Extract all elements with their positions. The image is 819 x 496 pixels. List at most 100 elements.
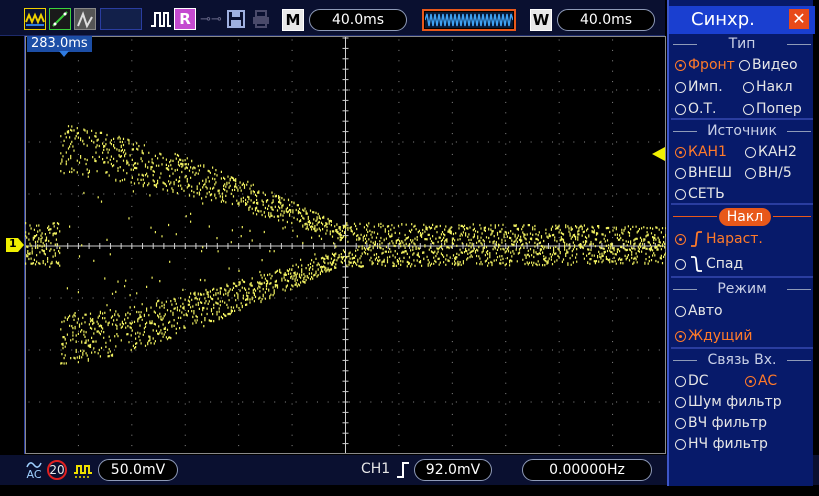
ch1-trace-points	[25, 125, 666, 365]
run-status-badge[interactable]: R	[174, 8, 196, 30]
option-label: Накл	[756, 79, 793, 95]
option-label: НЧ фильтр	[688, 436, 768, 452]
printer-icon[interactable]	[250, 8, 272, 30]
type-option[interactable]: Накл	[743, 78, 793, 96]
source-option[interactable]: СЕТЬ	[675, 185, 725, 203]
bw-limit-label: 20	[47, 460, 67, 480]
radio-button-icon	[675, 305, 686, 317]
radio-button-icon	[675, 81, 686, 93]
mode-option[interactable]: Ждущий	[675, 327, 752, 345]
channel-on-icon	[72, 459, 94, 481]
option-label: Авто	[688, 303, 723, 319]
type-section-header: Тип	[673, 36, 811, 52]
menu-separator	[671, 118, 813, 120]
save-icon[interactable]	[225, 8, 247, 30]
type-option[interactable]: Фронт	[675, 56, 735, 74]
coupling-option[interactable]: DC	[675, 372, 709, 390]
slope-header-line-left	[673, 216, 717, 217]
trigger-time-label: 283.0ms	[27, 36, 92, 52]
option-label: Нараст.	[706, 231, 763, 247]
type-header-text: Тип	[726, 36, 758, 52]
waveform-mode-icon[interactable]	[24, 8, 46, 30]
slope-header-line-right	[773, 216, 811, 217]
menu-title: Синхр. ✕	[669, 6, 815, 34]
option-label: Ждущий	[688, 328, 753, 344]
option-label: AC	[758, 373, 778, 389]
ch1-volts-per-div[interactable]: 50.0mV	[98, 459, 178, 481]
option-label: Фронт	[688, 57, 735, 73]
mode-header-text: Режим	[715, 281, 769, 297]
main-timebase-label: M	[282, 9, 304, 31]
option-label: КАН2	[758, 144, 797, 160]
radio-button-icon	[675, 103, 686, 115]
radio-button-icon	[675, 188, 686, 200]
coupling-option[interactable]: НЧ фильтр	[675, 435, 768, 453]
source-option[interactable]: ВН/5	[745, 164, 792, 182]
radio-button-icon	[675, 396, 686, 408]
menu-separator	[671, 276, 813, 278]
option-label: О.Т.	[688, 101, 717, 117]
mode-option[interactable]: Авто	[675, 302, 723, 320]
measure-icon[interactable]	[49, 8, 71, 30]
radio-button-icon	[675, 417, 686, 429]
radio-button-icon	[675, 233, 686, 245]
window-timebase-label: W	[530, 9, 552, 31]
radio-button-icon	[675, 375, 686, 387]
waveform-display[interactable]: 283.0ms	[24, 36, 666, 454]
coupling-option[interactable]: Шум фильтр	[675, 393, 782, 411]
radio-button-icon	[675, 59, 686, 71]
menu-title-text: Синхр.	[691, 9, 755, 30]
status-blank-indicator	[100, 8, 142, 30]
trigger-level-value[interactable]: 92.0mV	[414, 459, 492, 481]
window-zoom-thumbnail[interactable]	[422, 9, 516, 31]
slope-option[interactable]: Спад	[675, 255, 743, 273]
option-label: DC	[688, 373, 709, 389]
coupling-indicator: AC	[24, 459, 44, 481]
menu-separator	[671, 203, 813, 205]
radio-button-icon	[745, 146, 756, 158]
radio-button-icon	[675, 167, 686, 179]
source-option[interactable]: КАН1	[675, 143, 727, 161]
source-option[interactable]: ВНЕШ	[675, 164, 732, 182]
close-icon[interactable]: ✕	[789, 9, 809, 29]
type-option[interactable]: Видео	[739, 56, 798, 74]
falling-edge-icon	[690, 256, 702, 272]
radio-button-icon	[675, 146, 686, 158]
display-icon[interactable]	[74, 8, 96, 30]
coupling-section-header: Связь Вх.	[673, 352, 811, 368]
slope-section-header: Накл	[719, 208, 771, 226]
frequency-counter: 0.00000Hz	[522, 459, 652, 481]
option-label: ВН/5	[758, 165, 792, 181]
source-option[interactable]: КАН2	[745, 143, 797, 161]
option-label: Шум фильтр	[688, 394, 782, 410]
trigger-position-arrow[interactable]	[59, 51, 69, 57]
menu-separator	[671, 347, 813, 349]
option-label: КАН1	[688, 144, 727, 160]
option-label: Видео	[752, 57, 798, 73]
ch1-marker-label: 1	[9, 237, 17, 250]
type-option[interactable]: Попер	[743, 100, 802, 118]
type-option[interactable]: О.Т.	[675, 100, 716, 118]
rising-edge-icon	[690, 231, 702, 247]
mode-section-header: Режим	[673, 281, 811, 297]
top-status-bar: R ⊸⊸ M 40.0ms W 40.0ms	[0, 0, 665, 36]
radio-button-icon	[743, 103, 754, 115]
option-label: ВЧ фильтр	[688, 415, 767, 431]
slope-option[interactable]: Нараст.	[675, 230, 763, 248]
window-timebase-value[interactable]: 40.0ms	[557, 9, 655, 31]
trigger-menu-panel: Синхр. ✕ Тип Фронт Видео Имп. Накл О.Т. Попер…	[667, 0, 815, 486]
coupling-option[interactable]: AC	[745, 372, 777, 390]
type-option[interactable]: Имп.	[675, 78, 723, 96]
ch1-offset-marker[interactable]: 1	[6, 237, 24, 252]
main-timebase-value[interactable]: 40.0ms	[309, 9, 407, 31]
radio-button-icon	[743, 81, 754, 93]
ch1-waveform-trace	[25, 125, 666, 365]
option-label: Попер	[756, 101, 802, 117]
coupling-option[interactable]: ВЧ фильтр	[675, 414, 767, 432]
coupling-header-text: Связь Вх.	[705, 352, 779, 368]
radio-button-icon	[675, 330, 686, 342]
radio-button-icon	[675, 258, 686, 270]
trigger-level-marker[interactable]	[652, 146, 665, 161]
option-label: СЕТЬ	[688, 186, 725, 202]
trigger-status-icon	[150, 8, 172, 30]
